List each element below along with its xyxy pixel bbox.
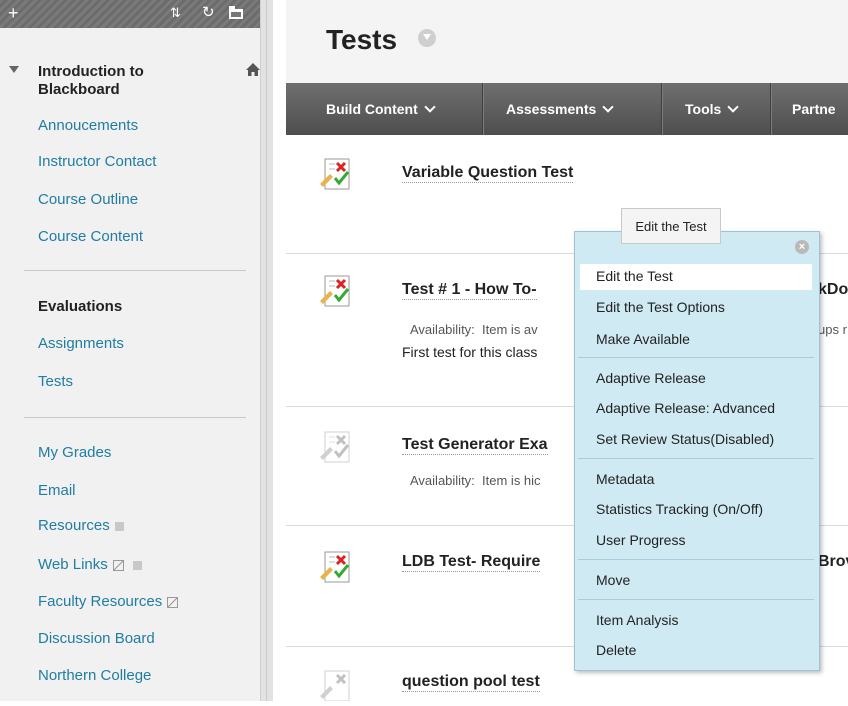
- availability-info: Availability: Item is hic: [410, 473, 541, 488]
- sidebar-item-tests[interactable]: Tests: [38, 373, 73, 391]
- reorder-icon[interactable]: ⇅: [170, 3, 181, 23]
- edit-test-tooltip: Edit the Test: [621, 208, 721, 244]
- page-title: Tests: [326, 24, 398, 55]
- availability-text: Item is av: [482, 322, 538, 337]
- sidebar-item-course-content[interactable]: Course Content: [38, 228, 143, 246]
- sidebar-item-label: Web Links: [38, 556, 108, 573]
- home-icon[interactable]: [245, 62, 261, 82]
- sidebar-item-email[interactable]: Email: [38, 482, 76, 500]
- sidebar-divider: [24, 270, 246, 271]
- chevron-down-icon: [727, 101, 739, 113]
- test-link-variable-question[interactable]: Variable Question Test: [402, 164, 574, 183]
- test-icon: [318, 273, 354, 309]
- menu-separator: [578, 458, 814, 459]
- sidebar-divider: [24, 417, 246, 418]
- test-link-test-1[interactable]: Test # 1 - How To-: [402, 281, 537, 300]
- tools-menu[interactable]: Tools: [685, 83, 739, 135]
- assessments-label: Assessments: [506, 101, 597, 117]
- menu-item-metadata[interactable]: Metadata: [596, 470, 654, 488]
- test-description: First test for this class: [402, 344, 538, 360]
- sidebar-item-discussion-board[interactable]: Discussion Board: [38, 630, 155, 648]
- test-link-test-generator[interactable]: Test Generator Exa: [402, 436, 548, 455]
- add-menu-item-icon[interactable]: +: [8, 3, 19, 23]
- course-menu-toolbar: + ⇅ ↻: [0, 0, 272, 28]
- menu-item-set-review-status[interactable]: Set Review Status(Disabled): [596, 430, 774, 448]
- close-icon[interactable]: ×: [795, 240, 809, 254]
- chevron-down-icon[interactable]: [418, 29, 436, 47]
- test-icon: [318, 549, 354, 585]
- page-header: Tests: [286, 0, 848, 84]
- menu-item-user-progress[interactable]: User Progress: [596, 531, 685, 549]
- availability-label: Availability:: [410, 322, 475, 337]
- menu-separator: [578, 559, 814, 560]
- hidden-item-icon: [114, 521, 124, 531]
- sidebar-item-northern-college[interactable]: Northern College: [38, 667, 151, 685]
- sidebar-item-announcements[interactable]: Annoucements: [38, 117, 138, 135]
- sidebar-item-faculty-resources[interactable]: Faculty Resources: [38, 593, 179, 611]
- test-title-overflow: kDo: [818, 281, 848, 298]
- menu-separator: [578, 357, 814, 358]
- assessments-menu[interactable]: Assessments: [506, 83, 614, 135]
- test-icon: [318, 156, 354, 192]
- sidebar-item-my-grades[interactable]: My Grades: [38, 444, 111, 462]
- sidebar-item-web-links[interactable]: Web Links: [38, 556, 142, 574]
- no-access-icon: [167, 596, 179, 608]
- no-access-icon: [112, 559, 124, 571]
- item-context-menu: [574, 231, 820, 671]
- test-link-question-pool[interactable]: question pool test: [402, 673, 540, 692]
- menu-item-move[interactable]: Move: [596, 571, 630, 589]
- test-link-ldb-test[interactable]: LDB Test- Require: [402, 553, 541, 572]
- test-icon-hidden: [318, 429, 354, 465]
- build-content-label: Build Content: [326, 101, 418, 117]
- sidebar-resize-handle[interactable]: [260, 0, 273, 701]
- nav-separator: [770, 83, 772, 135]
- nav-separator: [482, 83, 484, 135]
- sidebar-item-course-outline[interactable]: Course Outline: [38, 191, 138, 209]
- action-bar: Build Content Assessments Tools Partne: [286, 83, 848, 135]
- nav-separator: [661, 83, 663, 135]
- availability-info: Availability: Item is av: [410, 322, 538, 337]
- tools-label: Tools: [685, 101, 722, 117]
- menu-item-statistics-tracking[interactable]: Statistics Tracking (On/Off): [596, 500, 763, 518]
- collapse-arrow-icon[interactable]: [9, 66, 19, 73]
- hidden-item-icon: [132, 560, 142, 570]
- menu-item-delete[interactable]: Delete: [596, 641, 636, 659]
- availability-label: Availability:: [410, 473, 475, 488]
- sidebar-item-assignments[interactable]: Assignments: [38, 335, 124, 353]
- partner-content-menu[interactable]: Partne: [792, 83, 836, 135]
- refresh-icon[interactable]: ↻: [202, 3, 215, 23]
- build-content-menu[interactable]: Build Content: [326, 83, 436, 135]
- sidebar-item-label: Resources: [38, 517, 110, 534]
- menu-item-adaptive-release-advanced[interactable]: Adaptive Release: Advanced: [596, 399, 775, 417]
- sidebar-item-label: Faculty Resources: [38, 593, 163, 610]
- course-menu-sidebar: + ⇅ ↻ Introduction to Blackboard Annouce…: [0, 0, 273, 701]
- menu-separator: [578, 599, 814, 600]
- sidebar-item-instructor-contact[interactable]: Instructor Contact: [38, 153, 156, 171]
- menu-item-make-available[interactable]: Make Available: [596, 330, 690, 348]
- availability-overflow: ups r: [818, 322, 847, 337]
- test-title-overflow: Brov: [818, 553, 848, 570]
- test-icon-hidden: [318, 668, 354, 704]
- sidebar-item-resources[interactable]: Resources: [38, 517, 124, 535]
- menu-item-edit-test[interactable]: Edit the Test: [596, 267, 673, 285]
- folder-view-icon[interactable]: [228, 5, 244, 26]
- chevron-down-icon: [424, 101, 436, 113]
- chevron-down-icon: [602, 101, 614, 113]
- menu-item-adaptive-release[interactable]: Adaptive Release: [596, 369, 706, 387]
- menu-item-edit-test-options[interactable]: Edit the Test Options: [596, 298, 725, 316]
- course-title: Introduction to Blackboard: [38, 63, 144, 98]
- availability-text: Item is hic: [482, 473, 541, 488]
- sidebar-heading-evaluations: Evaluations: [38, 298, 123, 315]
- menu-item-item-analysis[interactable]: Item Analysis: [596, 611, 678, 629]
